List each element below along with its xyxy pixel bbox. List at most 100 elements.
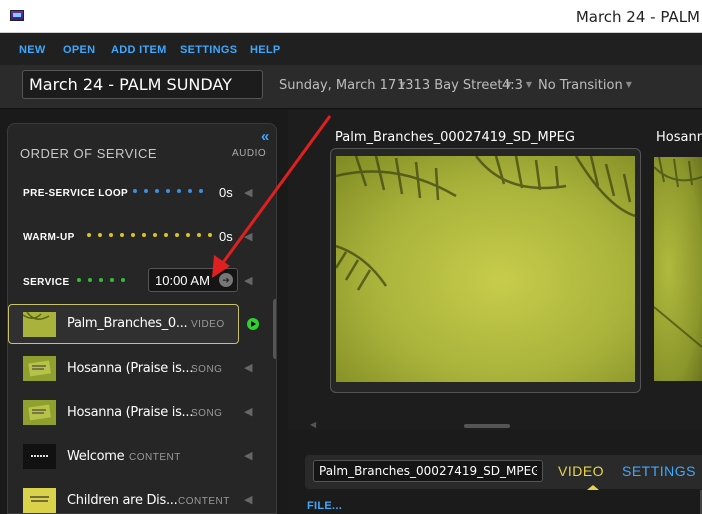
item-name: Palm_Branches_0...: [67, 316, 188, 331]
dot: [120, 233, 124, 237]
dot: [199, 189, 203, 193]
panel-title: ORDER OF SERVICE: [20, 146, 158, 161]
item-type: VIDEO: [191, 319, 225, 330]
song-thumbnail: [23, 400, 56, 425]
title-bar: March 24 - PALM: [0, 0, 702, 33]
toolbar: Sunday, March 17▼ 1313 Bay Street▼ 4:3▼ …: [0, 65, 702, 109]
section-label: WARM-UP: [23, 232, 75, 243]
audio-column-label: AUDIO: [232, 148, 267, 159]
audio-speaker-icon[interactable]: ◀: [244, 493, 252, 506]
service-title-input[interactable]: [22, 70, 263, 99]
section-label: PRE-SERVICE LOOP: [23, 188, 129, 199]
clip-card-palm-branches[interactable]: [330, 148, 641, 393]
clip-title: Palm_Branches_00027419_SD_MPEG: [335, 130, 575, 145]
audio-speaker-icon[interactable]: ◀: [244, 361, 252, 374]
menu-help[interactable]: HELP: [250, 44, 281, 56]
dot: [99, 278, 103, 282]
dot: [131, 233, 135, 237]
section-time: 0s: [219, 229, 233, 244]
dot: [155, 189, 159, 193]
dot: [121, 278, 125, 282]
audio-speaker-icon[interactable]: ◀: [244, 405, 252, 418]
aspect-dropdown[interactable]: 4:3 ▼: [502, 78, 532, 93]
pre-service-dots: [133, 189, 203, 193]
location-value: 1313 Bay Street: [397, 78, 503, 93]
dot: [153, 233, 157, 237]
service-time-value: 10:00 AM: [155, 273, 210, 288]
hosanna-preview-image[interactable]: [654, 157, 702, 381]
menu-new[interactable]: NEW: [19, 44, 46, 56]
list-item-welcome[interactable]: Welcome CONTENT ◀: [8, 437, 270, 477]
order-of-service-panel: « ORDER OF SERVICE AUDIO PRE-SERVICE LOO…: [7, 123, 277, 514]
dot: [164, 233, 168, 237]
inspector-panel: VIDEO SETTINGS FILE...: [288, 430, 702, 514]
dot: [188, 189, 192, 193]
warm-up-dots: [87, 233, 212, 237]
location-dropdown[interactable]: 1313 Bay Street ▼: [397, 78, 512, 93]
list-item-hosanna-1[interactable]: Hosanna (Praise is... SONG ◀: [8, 349, 270, 389]
menu-settings[interactable]: SETTINGS: [180, 44, 237, 56]
content-thumbnail: [23, 488, 56, 513]
arrow-right-icon[interactable]: ➜: [219, 273, 233, 287]
tab-settings[interactable]: SETTINGS: [622, 463, 696, 479]
dot: [144, 189, 148, 193]
dot: [166, 189, 170, 193]
list-item-palm-branches[interactable]: Palm_Branches_0... VIDEO: [8, 304, 239, 344]
tab-video[interactable]: VIDEO: [558, 463, 604, 479]
active-tab-indicator: [587, 485, 599, 490]
dot: [175, 233, 179, 237]
play-icon[interactable]: [247, 318, 259, 330]
audio-speaker-icon[interactable]: ◀: [244, 186, 252, 199]
date-value: Sunday, March 17: [279, 78, 397, 93]
dot: [77, 278, 81, 282]
item-type: CONTENT: [129, 452, 181, 463]
dot: [98, 233, 102, 237]
dot: [197, 233, 201, 237]
dot: [142, 233, 146, 237]
item-name: Hosanna (Praise is...: [67, 405, 194, 420]
item-type: CONTENT: [178, 496, 230, 507]
dot: [110, 278, 114, 282]
dot: [88, 278, 92, 282]
menu-add-item[interactable]: ADD ITEM: [111, 44, 167, 56]
dot: [87, 233, 91, 237]
list-item-hosanna-2[interactable]: Hosanna (Praise is... SONG ◀: [8, 393, 270, 433]
palm-branches-image: [336, 156, 635, 382]
item-name: Children are Dis...: [67, 493, 178, 508]
dot: [208, 233, 212, 237]
dot: [177, 189, 181, 193]
audio-speaker-icon[interactable]: ◀: [244, 274, 252, 287]
scrollbar[interactable]: [273, 299, 276, 359]
section-time: 0s: [219, 185, 233, 200]
clip-name-input[interactable]: [313, 460, 543, 482]
list-item-children[interactable]: Children are Dis... CONTENT ◀: [8, 481, 270, 513]
file-link[interactable]: FILE...: [307, 500, 342, 512]
scroll-left-icon[interactable]: ◀: [310, 420, 316, 429]
horizontal-scrollbar[interactable]: [464, 424, 510, 428]
date-dropdown[interactable]: Sunday, March 17 ▼: [279, 78, 405, 93]
palm-leaves-art: [336, 156, 635, 291]
collapse-panel-icon[interactable]: «: [261, 128, 269, 145]
transition-value: No Transition: [538, 78, 623, 93]
menu-open[interactable]: OPEN: [63, 44, 95, 56]
preview-area: Palm_Branches_00027419_SD_MPEG Hosanna: [288, 110, 702, 430]
section-label: SERVICE: [23, 277, 70, 288]
dot: [133, 189, 137, 193]
dot: [186, 233, 190, 237]
content-thumbnail: [23, 444, 56, 469]
service-start-time-input[interactable]: 10:00 AM ➜: [148, 268, 238, 292]
service-dots: [77, 278, 125, 282]
song-thumbnail: [23, 356, 56, 381]
inspector-header: VIDEO SETTINGS: [305, 455, 702, 490]
section-pre-service-loop[interactable]: PRE-SERVICE LOOP 0s ◀: [8, 176, 270, 212]
clip-title: Hosanna: [656, 130, 702, 145]
dot: [109, 233, 113, 237]
section-warm-up[interactable]: WARM-UP 0s ◀: [8, 220, 270, 256]
audio-speaker-icon[interactable]: ◀: [244, 230, 252, 243]
transition-dropdown[interactable]: No Transition ▼: [538, 78, 632, 93]
hosanna-art: [654, 157, 702, 348]
item-name: Welcome: [67, 449, 125, 464]
audio-speaker-icon[interactable]: ◀: [244, 449, 252, 462]
chevron-down-icon: ▼: [525, 80, 533, 89]
aspect-value: 4:3: [502, 78, 523, 93]
